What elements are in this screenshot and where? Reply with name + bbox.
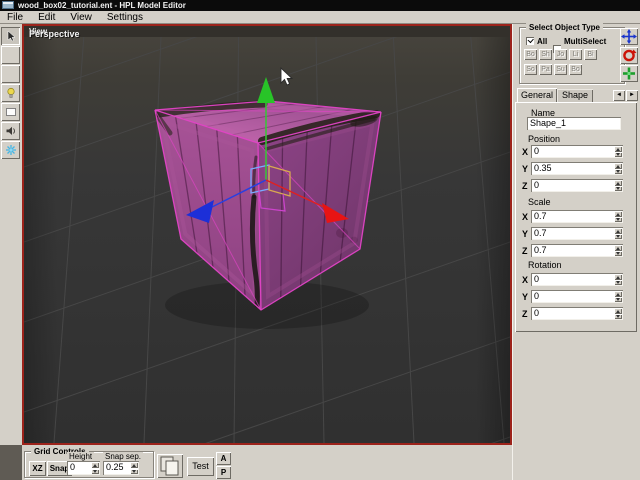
particle-icon <box>5 144 17 156</box>
rotation-z-field[interactable]: 0 <box>531 307 623 320</box>
name-field[interactable]: Shape_1 <box>527 117 621 130</box>
light-tool-button[interactable] <box>1 84 20 102</box>
position-y-field[interactable]: 0.35 <box>531 162 623 175</box>
select-tool-button[interactable] <box>1 27 20 45</box>
shape-tool-button[interactable] <box>1 46 20 64</box>
select-object-type-title: Select Object Type <box>526 23 603 32</box>
billboard-icon <box>5 106 17 118</box>
viewport-pane-titlebar[interactable]: View <box>24 26 510 37</box>
snap-sep-label: Snap sep. <box>103 452 143 461</box>
point-p-button[interactable]: P <box>216 466 231 479</box>
position-x-spinner[interactable] <box>614 146 622 157</box>
rotation-x-spinner[interactable] <box>614 274 622 285</box>
bottom-left-spacer <box>0 445 22 480</box>
right-panel: Select Object Type All MultiSelect Bo Sh… <box>512 24 640 480</box>
grid-controls-group: Grid Controls XZ Snap Height 0 Snap sep.… <box>24 451 154 478</box>
type-button-light[interactable]: Li <box>569 49 582 60</box>
test-button[interactable]: Test <box>187 457 214 476</box>
grid-height-field[interactable]: 0 <box>67 461 100 475</box>
multiselect-checkbox-label: MultiSelect <box>564 37 606 46</box>
position-z-spinner[interactable] <box>614 180 622 191</box>
scale-z-field[interactable]: 0.7 <box>531 244 623 257</box>
rotation-y-label: Y <box>522 292 528 302</box>
rotation-z-label: Z <box>522 309 528 319</box>
app-window-icon <box>2 1 14 9</box>
tab-general[interactable]: General <box>517 88 557 102</box>
rotation-z-spinner[interactable] <box>614 308 622 319</box>
position-z-field[interactable]: 0 <box>531 179 623 192</box>
type-button-shape[interactable]: Sh <box>539 49 552 60</box>
move-icon <box>621 29 637 44</box>
position-x-label: X <box>522 147 528 157</box>
rotate-icon <box>621 48 637 63</box>
scale-z-label: Z <box>522 246 528 256</box>
position-y-label: Y <box>522 164 528 174</box>
rotation-x-field[interactable]: 0 <box>531 273 623 286</box>
move-tool-button[interactable] <box>620 28 638 45</box>
bottom-bar: Grid Controls XZ Snap Height 0 Snap sep.… <box>0 445 512 480</box>
body-tool-button[interactable] <box>1 65 20 83</box>
menu-edit[interactable]: Edit <box>38 12 55 23</box>
light-bulb-icon <box>5 87 17 99</box>
scale-y-spinner[interactable] <box>614 228 622 239</box>
rotation-label: Rotation <box>528 260 562 270</box>
scale-x-label: X <box>522 212 528 222</box>
position-y-spinner[interactable] <box>614 163 622 174</box>
billboard-tool-button[interactable] <box>1 103 20 121</box>
menu-settings[interactable]: Settings <box>107 12 143 23</box>
type-button-particle[interactable]: Pa <box>539 64 552 75</box>
particle-tool-button[interactable] <box>1 141 20 159</box>
grid-plane-xz-button[interactable]: XZ <box>29 461 46 476</box>
select-object-type-group: Select Object Type All MultiSelect Bo Sh… <box>519 27 625 84</box>
scale-y-label: Y <box>522 229 528 239</box>
pointer-select-icon <box>5 30 17 42</box>
viewport-perspective[interactable]: View <box>22 24 512 445</box>
scene-canvas[interactable] <box>24 37 510 443</box>
titlebar[interactable]: wood_box02_tutorial.ent - HPL Model Edit… <box>0 0 640 11</box>
hpl-model-editor-window: wood_box02_tutorial.ent - HPL Model Edit… <box>0 0 640 480</box>
type-button-joint[interactable]: Jo <box>554 49 567 60</box>
height-label: Height <box>67 452 94 461</box>
tab-shape[interactable]: Shape <box>557 89 593 102</box>
type-button-body[interactable]: Bo <box>524 49 537 60</box>
viewport-layout-button[interactable] <box>157 454 183 478</box>
left-toolbar <box>0 24 22 445</box>
wood-knot <box>336 228 348 238</box>
all-checkbox[interactable] <box>526 37 534 45</box>
snap-sep-spinner[interactable] <box>130 462 138 474</box>
general-tab-panel: Name Shape_1 Position X 0 Y 0.35 Z 0 Sca… <box>515 102 637 332</box>
tab-prev-button[interactable]: ◄ <box>613 90 625 101</box>
position-z-label: Z <box>522 181 528 191</box>
rotation-x-label: X <box>522 275 528 285</box>
ambient-a-button[interactable]: A <box>216 452 231 465</box>
viewport-layout-icon <box>158 455 182 477</box>
rotation-y-field[interactable]: 0 <box>531 290 623 303</box>
scene-3d[interactable] <box>24 37 510 443</box>
scale-x-field[interactable]: 0.7 <box>531 210 623 223</box>
position-x-field[interactable]: 0 <box>531 145 623 158</box>
sound-speaker-icon <box>5 125 17 137</box>
scale-x-spinner[interactable] <box>614 211 622 222</box>
snap-sep-field[interactable]: 0.25 <box>103 461 139 475</box>
type-button-billboard[interactable]: Bi <box>584 49 597 60</box>
scale-tool-button[interactable] <box>620 65 638 82</box>
type-button-bone[interactable]: Bo <box>569 64 582 75</box>
grid-height-spinner[interactable] <box>91 462 99 474</box>
scale-y-field[interactable]: 0.7 <box>531 227 623 240</box>
rotate-tool-button[interactable] <box>620 47 638 64</box>
menu-view[interactable]: View <box>70 12 92 23</box>
scale-icon <box>621 66 637 81</box>
type-button-submesh[interactable]: Su <box>554 64 567 75</box>
position-label: Position <box>528 134 560 144</box>
scale-label: Scale <box>528 197 551 207</box>
all-checkbox-label: All <box>537 37 547 46</box>
window-title: wood_box02_tutorial.ent - HPL Model Edit… <box>18 0 186 11</box>
tab-next-button[interactable]: ► <box>626 90 638 101</box>
scale-z-spinner[interactable] <box>614 245 622 256</box>
camera-label: Perspective <box>29 29 80 39</box>
menu-file[interactable]: File <box>7 12 23 23</box>
rotation-y-spinner[interactable] <box>614 291 622 302</box>
type-button-sound[interactable]: So <box>524 64 537 75</box>
sound-tool-button[interactable] <box>1 122 20 140</box>
